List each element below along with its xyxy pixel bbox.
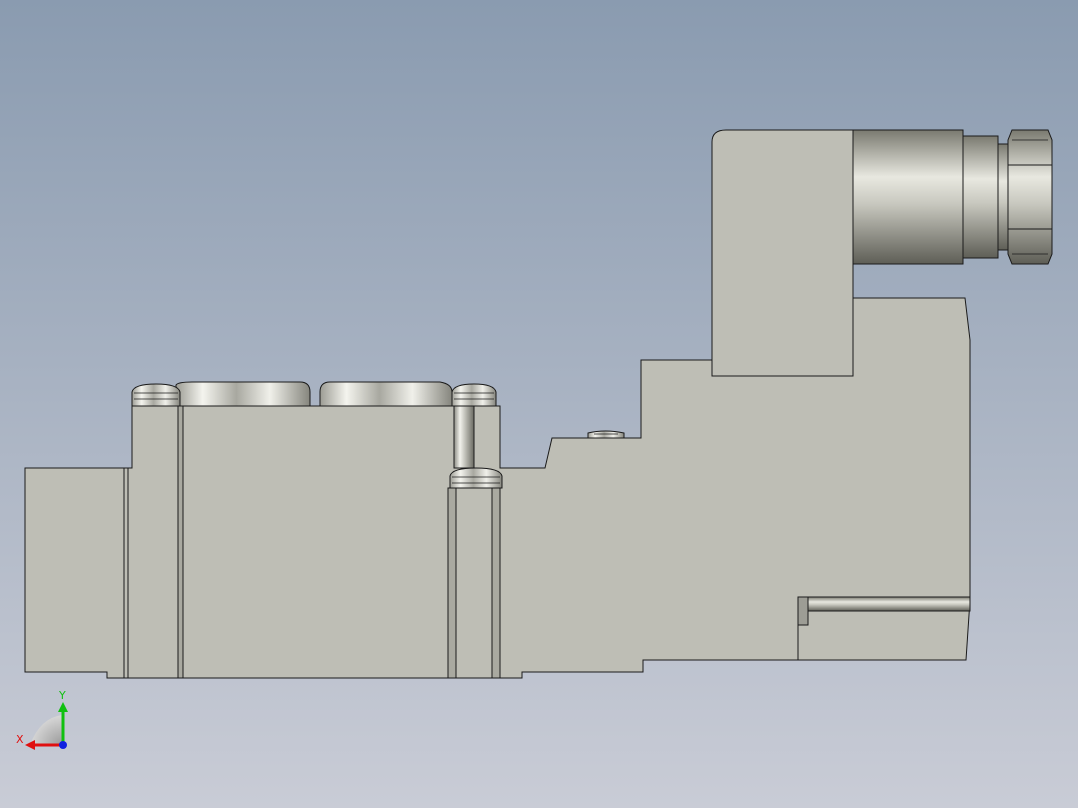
gland-hex-nut[interactable] <box>1007 129 1053 265</box>
connector-housing[interactable] <box>711 129 854 377</box>
triad-y-label: Y <box>59 689 66 702</box>
cable-gland-neck <box>962 135 999 259</box>
triad-x-label: X <box>16 733 24 746</box>
end-block-left[interactable] <box>24 467 129 679</box>
graphics-viewport[interactable]: Y X <box>0 0 1078 808</box>
shoulder-pin <box>587 430 625 439</box>
port-boss-left[interactable] <box>175 381 311 407</box>
plate-gap-mid <box>447 487 457 679</box>
port-boss-right[interactable] <box>319 381 453 407</box>
screw-shank <box>453 405 475 469</box>
screw-head-top-right[interactable] <box>451 383 497 407</box>
model-view[interactable] <box>0 0 1078 808</box>
screw-head-top-left[interactable] <box>131 383 181 407</box>
coil-slot-highlight <box>807 596 971 612</box>
cable-gland-body[interactable] <box>852 129 964 265</box>
plate-gap-right <box>491 487 501 679</box>
cable-gland-ring <box>997 143 1009 251</box>
plate-gap-left <box>177 405 184 679</box>
triad-z-axis <box>59 741 67 749</box>
screw-head-mid[interactable] <box>449 467 503 489</box>
